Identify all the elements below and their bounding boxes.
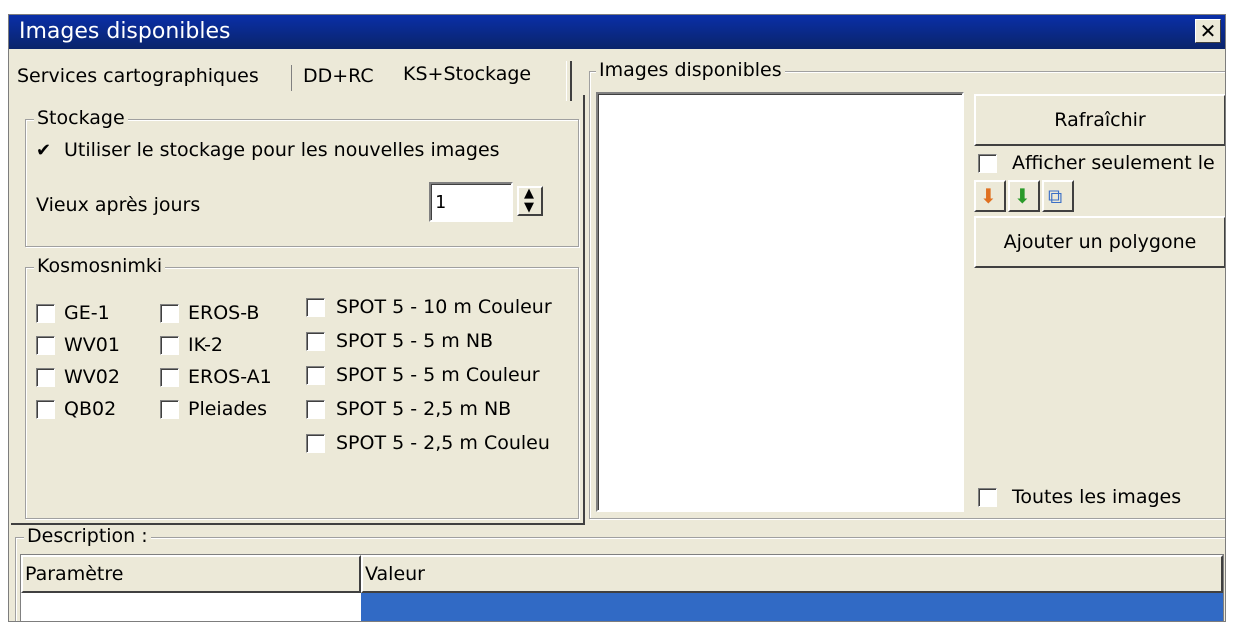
kosmosnimki-group-title: Kosmosnimki	[34, 255, 166, 277]
spot5-2-5m-couleur-checkbox[interactable]	[306, 434, 325, 453]
show-only-label: Afficher seulement le	[1012, 152, 1215, 174]
spot5-2-5m-couleur-label: SPOT 5 - 2,5 m Couleu	[336, 432, 550, 454]
spot5-10m-couleur-checkbox[interactable]	[306, 298, 325, 317]
tab-services-cartographiques[interactable]: Services cartographiques	[17, 61, 259, 91]
use-storage-checkbox[interactable]: ✔	[34, 140, 53, 161]
show-only-checkbox[interactable]	[978, 154, 997, 173]
images-group-title: Images disponibles	[596, 59, 785, 81]
description-table-header: Paramètre Valeur	[21, 555, 1223, 593]
table-row-cell-valeur-selected[interactable]	[361, 593, 1223, 621]
spot5-5m-couleur-checkbox[interactable]	[306, 366, 325, 385]
import-orange-icon: ⬇	[980, 184, 997, 208]
copy-icon: ⧉	[1048, 184, 1063, 208]
wv02-label: WV02	[64, 366, 120, 388]
wv02-checkbox[interactable]	[36, 368, 55, 387]
spinner-up-icon[interactable]: ▲	[524, 186, 534, 201]
tab-dd-rc[interactable]: DD+RC	[303, 61, 374, 91]
spot5-10m-couleur-label: SPOT 5 - 10 m Couleur	[336, 296, 552, 318]
close-icon: ✕	[1199, 19, 1217, 43]
table-row-cell-parametre[interactable]	[21, 593, 361, 621]
stockage-group: Stockage ✔ Utiliser le stockage pour les…	[25, 107, 579, 247]
ge1-label: GE-1	[64, 302, 110, 324]
qb02-label: QB02	[64, 398, 117, 420]
description-table: Paramètre Valeur	[20, 554, 1224, 621]
close-button[interactable]: ✕	[1195, 19, 1221, 43]
wv01-checkbox[interactable]	[36, 336, 55, 355]
tab-separator	[291, 65, 292, 91]
copy-button[interactable]: ⧉	[1042, 180, 1074, 212]
stockage-group-title: Stockage	[34, 107, 128, 129]
erosa1-checkbox[interactable]	[160, 368, 179, 387]
old-after-value: 1	[435, 192, 446, 213]
ik2-label: IK-2	[188, 334, 224, 356]
column-header-parametre[interactable]: Paramètre	[21, 555, 361, 593]
images-group: Images disponibles Rafraîchir Afficher s…	[589, 59, 1225, 519]
spinner-down-icon[interactable]: ▼	[524, 200, 534, 215]
tab-page: Stockage ✔ Utiliser le stockage pour les…	[11, 95, 585, 525]
use-storage-label: Utiliser le stockage pour les nouvelles …	[64, 139, 500, 161]
title-bar[interactable]: Images disponibles ✕	[9, 15, 1225, 49]
spot5-5m-nb-checkbox[interactable]	[306, 332, 325, 351]
kosmosnimki-group: Kosmosnimki GE-1 WV01 WV02 QB02 EROS-B I…	[25, 255, 579, 519]
erosb-label: EROS-B	[188, 302, 260, 324]
pleiades-checkbox[interactable]	[160, 400, 179, 419]
images-list[interactable]	[596, 92, 964, 512]
all-images-label: Toutes les images	[1012, 486, 1182, 508]
erosb-checkbox[interactable]	[160, 304, 179, 323]
window-title: Images disponibles	[19, 19, 231, 44]
description-group-title: Description :	[24, 525, 151, 547]
checkmark-icon: ✔	[36, 140, 52, 161]
pleiades-label: Pleiades	[188, 398, 267, 420]
description-group: Description : Paramètre Valeur	[15, 525, 1225, 621]
add-polygon-button[interactable]: Ajouter un polygone	[974, 216, 1225, 268]
wv01-label: WV01	[64, 334, 120, 356]
spot5-5m-nb-label: SPOT 5 - 5 m NB	[336, 330, 494, 352]
all-images-checkbox[interactable]	[978, 488, 997, 507]
spot5-2-5m-nb-checkbox[interactable]	[306, 400, 325, 419]
old-after-input[interactable]: 1	[429, 182, 513, 222]
ge1-checkbox[interactable]	[36, 304, 55, 323]
import-green-icon: ⬇	[1014, 184, 1031, 208]
refresh-button[interactable]: Rafraîchir	[974, 94, 1225, 146]
column-header-valeur[interactable]: Valeur	[361, 555, 1223, 593]
erosa1-label: EROS-A1	[188, 366, 272, 388]
import-orange-button[interactable]: ⬇	[974, 180, 1006, 212]
spot5-5m-couleur-label: SPOT 5 - 5 m Couleur	[336, 364, 540, 386]
old-after-label: Vieux après jours	[36, 194, 201, 216]
import-green-button[interactable]: ⬇	[1008, 180, 1040, 212]
tab-ks-stockage[interactable]: KS+Stockage	[403, 59, 531, 89]
old-after-spinner[interactable]: ▲ ▼	[517, 186, 543, 216]
spot5-2-5m-nb-label: SPOT 5 - 2,5 m NB	[336, 398, 512, 420]
ik2-checkbox[interactable]	[160, 336, 179, 355]
qb02-checkbox[interactable]	[36, 400, 55, 419]
dialog-window: Images disponibles ✕ Services cartograph…	[8, 14, 1226, 622]
